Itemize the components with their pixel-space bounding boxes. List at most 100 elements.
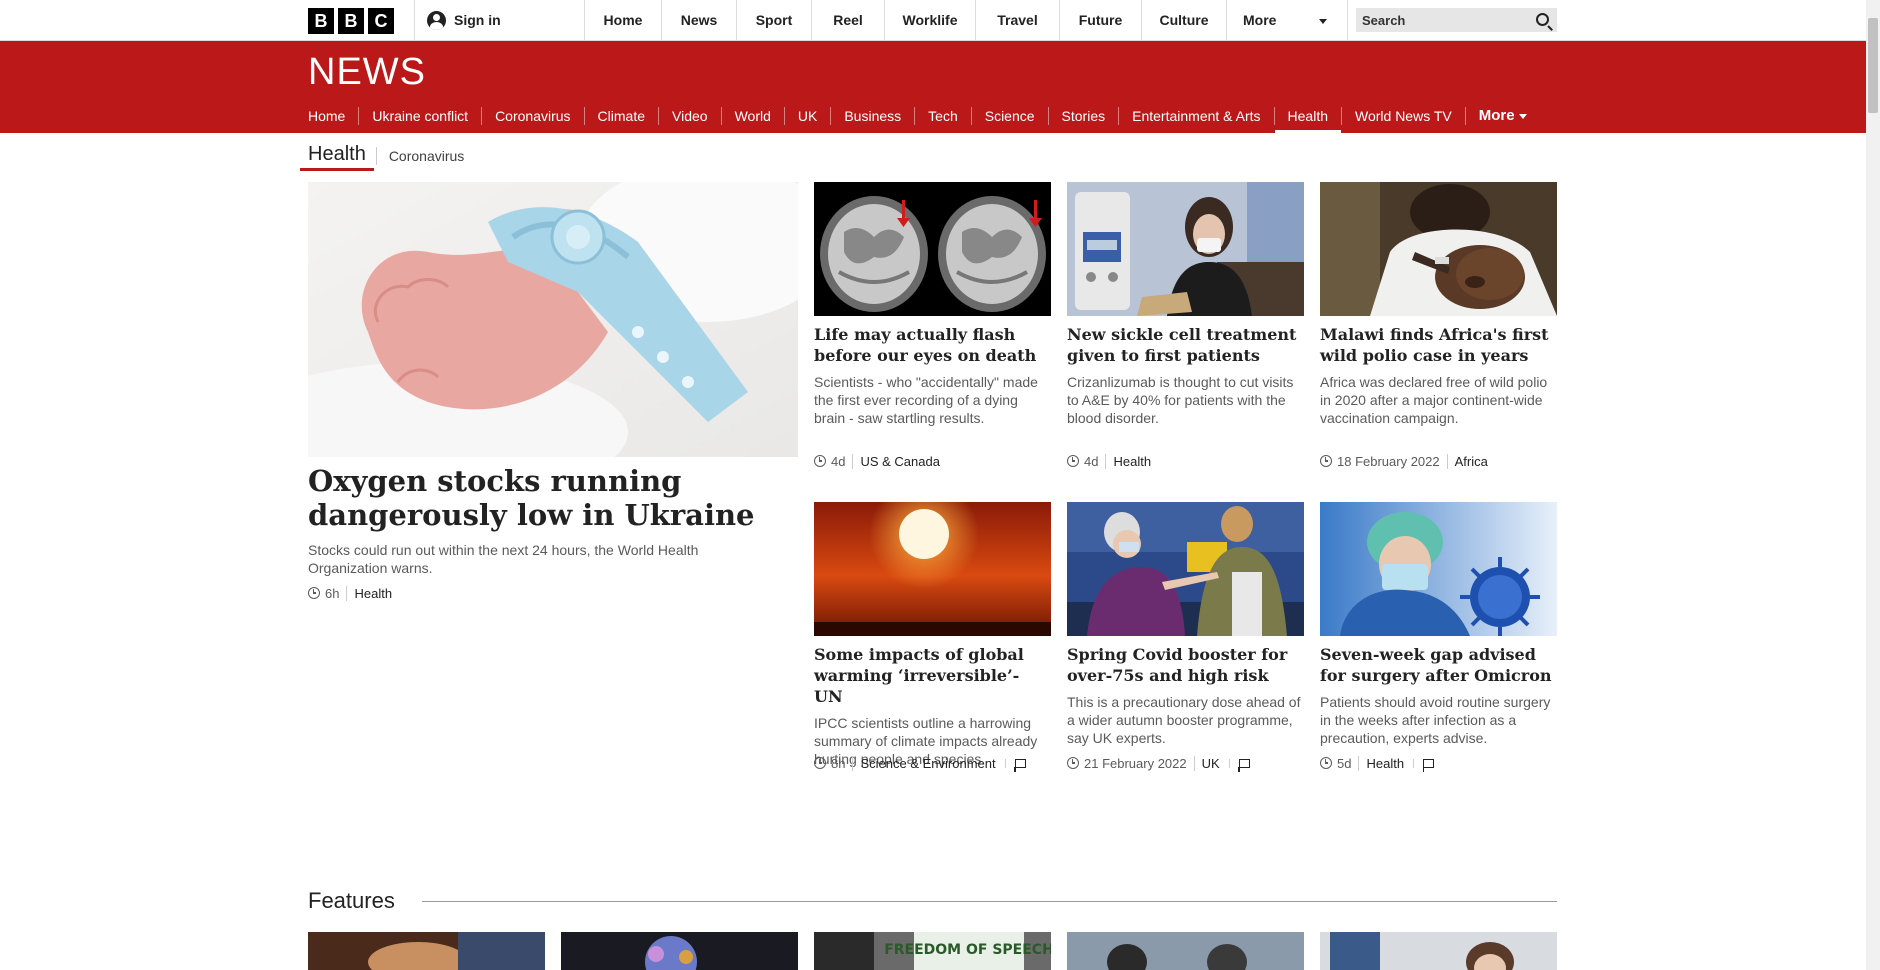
subnav-health[interactable]: Health [300,141,374,171]
hero-section-link[interactable]: Health [346,585,392,601]
story-section-link[interactable]: Health [1105,453,1151,469]
comment-icon[interactable] [1413,758,1435,772]
global-nav-more[interactable]: More [1226,0,1348,40]
story-meta: 8h Science & Environment [814,755,1026,772]
feature-image[interactable] [1320,932,1557,970]
news-nav-stories[interactable]: Stories [1047,107,1119,125]
news-nav-world[interactable]: World [720,107,784,125]
page-scrollbar[interactable] [1866,0,1880,970]
global-nav-news[interactable]: News [661,0,736,40]
hero-headline[interactable]: Oxygen stocks running dangerously low in… [308,464,788,532]
news-nav-more[interactable]: More [1464,107,1540,125]
story-timestamp: 8h [831,755,846,771]
story-timestamp: 18 February 2022 [1337,453,1440,469]
news-nav-tech[interactable]: Tech [914,107,971,125]
news-nav-uk[interactable]: UK [783,107,830,125]
hero-timestamp: 6h [325,585,340,601]
feature-image[interactable]: FREEDOM OF SPEECH [814,932,1051,970]
story-card: Life may actually flash before our eyes … [814,182,1051,427]
clock-icon [308,587,320,599]
feature-image[interactable] [1067,932,1304,970]
clock-icon [1067,757,1079,769]
story-headline[interactable]: Some impacts of global warming ‘irrevers… [814,644,1051,707]
news-nav-science[interactable]: Science [970,107,1048,125]
story-image-vaccination[interactable] [1067,502,1304,636]
feature-image[interactable] [561,932,798,970]
story-card: Some impacts of global warming ‘irrevers… [814,502,1051,768]
story-headline[interactable]: New sickle cell treatment given to first… [1067,324,1304,366]
story-meta: 18 February 2022 Africa [1320,453,1488,469]
story-section-link[interactable]: Africa [1446,453,1488,469]
news-nav-business[interactable]: Business [830,107,914,125]
news-logo[interactable]: NEWS [308,51,426,94]
subnav-divider [375,147,377,165]
news-nav-world-news-tv[interactable]: World News TV [1341,107,1465,125]
chevron-down-icon [1319,19,1327,24]
story-summary: Patients should avoid routine surgery in… [1320,694,1551,746]
global-nav-reel[interactable]: Reel [811,0,884,40]
hero-summary: Stocks could run out within the next 24 … [308,542,699,576]
story-summary: Africa was declared free of wild polio i… [1320,374,1548,426]
comment-icon[interactable] [1004,758,1026,772]
story-section-link[interactable]: Science & Environment [852,755,996,771]
bbc-logo-letter: B [338,8,364,34]
scrollbar-thumb[interactable] [1868,18,1878,113]
search-placeholder: Search [1362,12,1406,28]
comment-icon[interactable] [1228,758,1250,772]
news-nav-climate[interactable]: Climate [583,107,658,125]
story-headline[interactable]: Seven-week gap advised for surgery after… [1320,644,1557,686]
global-nav-travel[interactable]: Travel [975,0,1059,40]
global-nav-sport[interactable]: Sport [736,0,811,40]
story-card: Spring Covid booster for over-75s and hi… [1067,502,1304,747]
features-heading: Features [308,888,395,913]
search-icon[interactable] [1536,13,1549,26]
story-headline[interactable]: Life may actually flash before our eyes … [814,324,1051,366]
hero-image-baby-hand[interactable] [308,182,798,457]
story-image-patient-drip[interactable] [1067,182,1304,316]
story-timestamp: 21 February 2022 [1084,755,1187,771]
news-nav-ukraine-conflict[interactable]: Ukraine conflict [358,107,481,125]
story-card: New sickle cell treatment given to first… [1067,182,1304,427]
global-nav-worklife[interactable]: Worklife [884,0,975,40]
user-icon [427,10,446,30]
sign-in-label: Sign in [454,12,501,28]
story-headline[interactable]: Spring Covid booster for over-75s and hi… [1067,644,1304,686]
story-timestamp: 4d [1084,453,1099,469]
story-section-link[interactable]: UK [1193,755,1220,771]
story-meta: 4d US & Canada [814,453,940,469]
story-section-link[interactable]: US & Canada [852,453,940,469]
story-card: Seven-week gap advised for surgery after… [1320,502,1557,747]
search-input[interactable]: Search [1356,8,1557,32]
global-nav-home[interactable]: Home [584,0,661,40]
clock-icon [1067,455,1079,467]
global-nav-future[interactable]: Future [1059,0,1141,40]
global-nav-culture[interactable]: Culture [1141,0,1226,40]
story-meta: 21 February 2022 UK [1067,755,1250,772]
clock-icon [814,757,826,769]
story-image-surgeon-virus[interactable] [1320,502,1557,636]
news-nav-home[interactable]: Home [308,107,358,125]
global-nav: Home News Sport Reel Worklife Travel Fut… [584,0,1348,40]
hero-meta: 6h Health [308,585,392,601]
news-nav-entertainment-arts[interactable]: Entertainment & Arts [1118,107,1273,125]
bbc-logo[interactable]: B B C [308,8,394,34]
story-headline[interactable]: Malawi finds Africa's first wild polio c… [1320,324,1557,366]
story-summary: Crizanlizumab is thought to cut visits t… [1067,374,1294,426]
story-meta: 4d Health [1067,453,1151,469]
story-summary: Scientists - who "accidentally" made the… [814,374,1038,426]
story-image-red-sun[interactable] [814,502,1051,636]
news-nav-coronavirus[interactable]: Coronavirus [481,107,583,125]
news-nav-video[interactable]: Video [658,107,721,125]
global-top-bar: B B C Sign in Home News Sport Reel Workl… [0,0,1866,41]
story-summary: This is a precautionary dose ahead of a … [1067,694,1301,746]
story-image-brain-scan[interactable] [814,182,1051,316]
chevron-down-icon [1518,113,1527,119]
feature-image[interactable] [308,932,545,970]
news-nav-health[interactable]: Health [1273,107,1342,134]
story-image-polio-drops[interactable] [1320,182,1557,316]
sign-in-link[interactable]: Sign in [414,0,584,40]
story-timestamp: 5d [1337,755,1352,771]
feature-sign-text: FREEDOM OF SPEECH [884,942,1051,958]
subnav-coronavirus[interactable]: Coronavirus [389,148,464,164]
story-section-link[interactable]: Health [1358,755,1404,771]
